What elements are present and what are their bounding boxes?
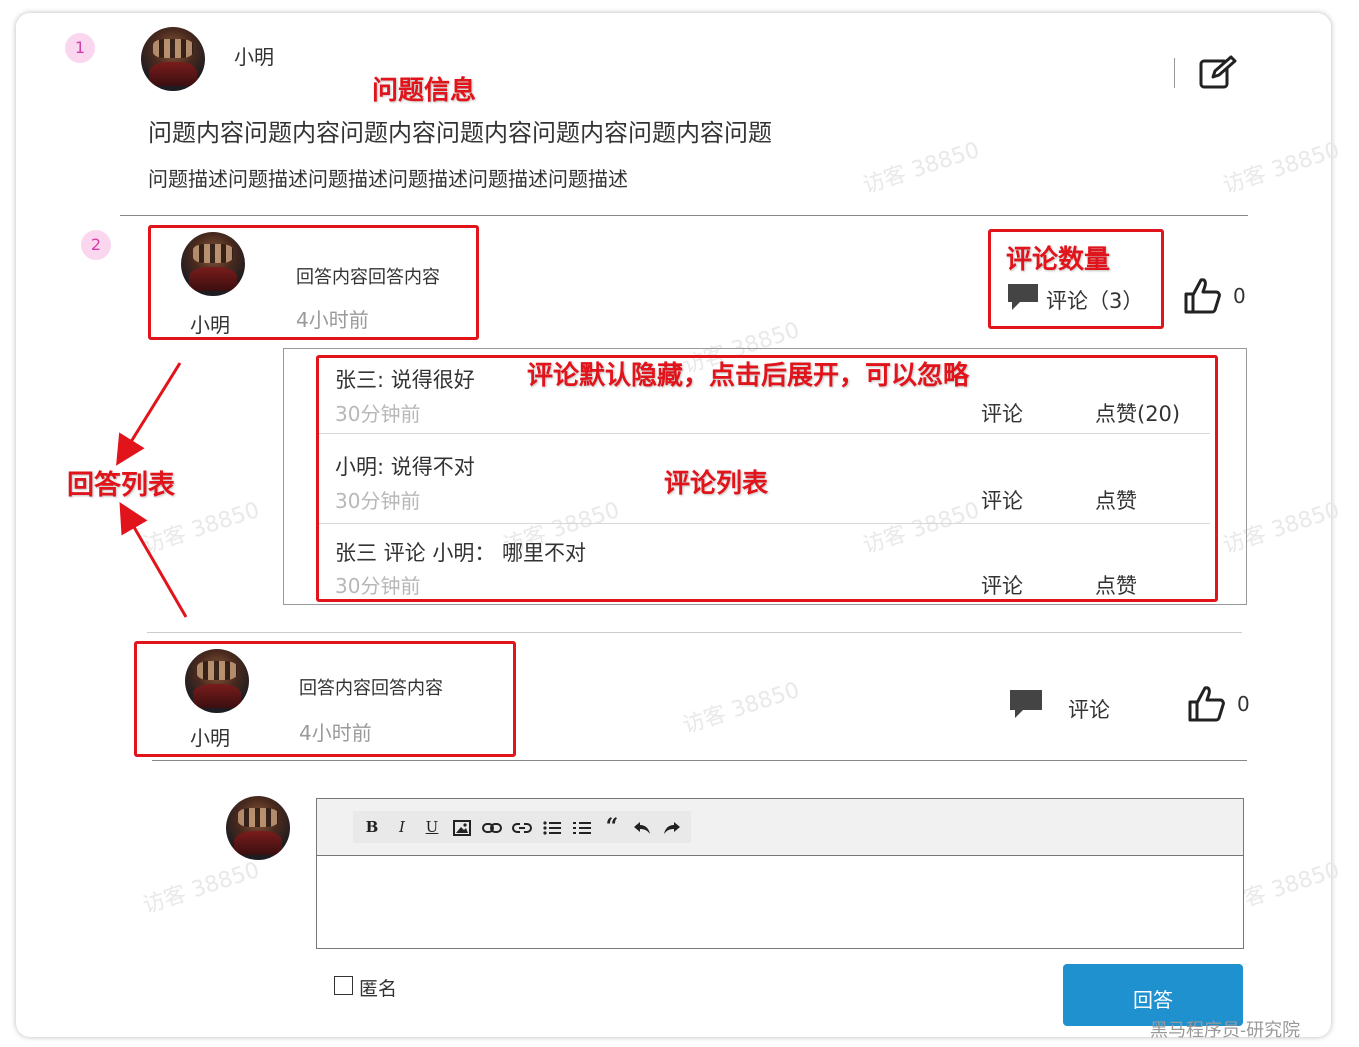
editor-text-area[interactable] [317, 856, 1243, 948]
comment-toggle-button[interactable]: 评论 [1068, 694, 1110, 724]
footer-brand: 黑马程序员-研究院 [1150, 1020, 1301, 1041]
anonymous-label[interactable]: 匿名 [359, 974, 397, 1001]
thumbs-up-icon[interactable] [1186, 684, 1226, 724]
toolbar-row: B I U “ [353, 811, 691, 843]
annotation-comment-list: 评论列表 [664, 469, 769, 499]
comment-icon[interactable] [1006, 282, 1040, 312]
comment-like-button[interactable]: 点赞 [1095, 570, 1137, 600]
comment-like-button[interactable]: 点赞(20) [1095, 398, 1180, 428]
comment-toggle-button[interactable]: 评论（3） [1046, 285, 1143, 315]
comment-time: 30分钟前 [335, 574, 421, 598]
comment-reply-button[interactable]: 评论 [981, 398, 1023, 428]
comment-text: 张三 评论 小明： 哪里不对 [335, 541, 587, 565]
divider [319, 523, 1210, 524]
comment-text: 张三: 说得很好 [335, 368, 475, 392]
thumbs-up-icon[interactable] [1182, 276, 1222, 316]
comment-like-button[interactable]: 点赞 [1095, 485, 1137, 515]
avatar [226, 796, 290, 860]
comment-text: 小明: 说得不对 [335, 455, 475, 479]
like-count: 0 [1237, 692, 1250, 716]
divider [147, 632, 1242, 633]
comment-reply-button[interactable]: 评论 [981, 570, 1023, 600]
bullet-list-icon[interactable] [537, 812, 567, 842]
annotation-question-info: 问题信息 [372, 76, 477, 106]
toolbar-divider [1174, 58, 1175, 88]
annotation-comment-count: 评论数量 [1006, 245, 1111, 275]
comment-time: 30分钟前 [335, 489, 421, 513]
italic-icon[interactable]: I [387, 812, 417, 842]
question-author[interactable]: 小明 [234, 41, 274, 70]
quote-icon[interactable]: “ [597, 812, 627, 842]
answer-author[interactable]: 小明 [190, 722, 230, 751]
comment-time: 30分钟前 [335, 402, 421, 426]
underline-icon[interactable]: U [417, 812, 447, 842]
answer-content: 回答内容回答内容 [299, 678, 443, 699]
step-badge-1: 1 [65, 33, 95, 63]
divider [319, 433, 1210, 434]
answer-time: 4小时前 [299, 721, 372, 745]
numbered-list-icon[interactable] [567, 812, 597, 842]
question-description: 问题描述问题描述问题描述问题描述问题描述问题描述 [148, 167, 628, 191]
bold-icon[interactable]: B [357, 812, 387, 842]
like-count: 0 [1233, 284, 1246, 308]
answer-content: 回答内容回答内容 [296, 267, 440, 288]
anonymous-checkbox[interactable] [334, 976, 353, 995]
image-icon[interactable] [447, 812, 477, 842]
editor: B I U “ [316, 798, 1244, 949]
annotation-comments-hidden: 评论默认隐藏，点击后展开，可以忽略 [527, 361, 970, 391]
redo-icon[interactable] [657, 812, 687, 842]
comment-reply-button[interactable]: 评论 [981, 485, 1023, 515]
avatar[interactable] [181, 232, 245, 296]
answer-time: 4小时前 [296, 308, 369, 332]
divider [120, 215, 1248, 216]
link-icon[interactable] [477, 812, 507, 842]
question-title: 问题内容问题内容问题内容问题内容问题内容问题内容问题 [148, 119, 772, 147]
unlink-icon[interactable] [507, 812, 537, 842]
submit-answer-label: 回答 [1133, 988, 1173, 1012]
undo-icon[interactable] [627, 812, 657, 842]
avatar[interactable] [141, 27, 205, 91]
edit-icon[interactable] [1199, 55, 1237, 91]
avatar[interactable] [185, 649, 249, 713]
divider [152, 760, 1247, 761]
answer-author[interactable]: 小明 [190, 309, 230, 338]
editor-toolbar: B I U “ [317, 799, 1243, 856]
annotation-arrows [116, 362, 188, 618]
step-badge-2: 2 [81, 230, 111, 260]
comment-icon[interactable] [1008, 688, 1044, 720]
